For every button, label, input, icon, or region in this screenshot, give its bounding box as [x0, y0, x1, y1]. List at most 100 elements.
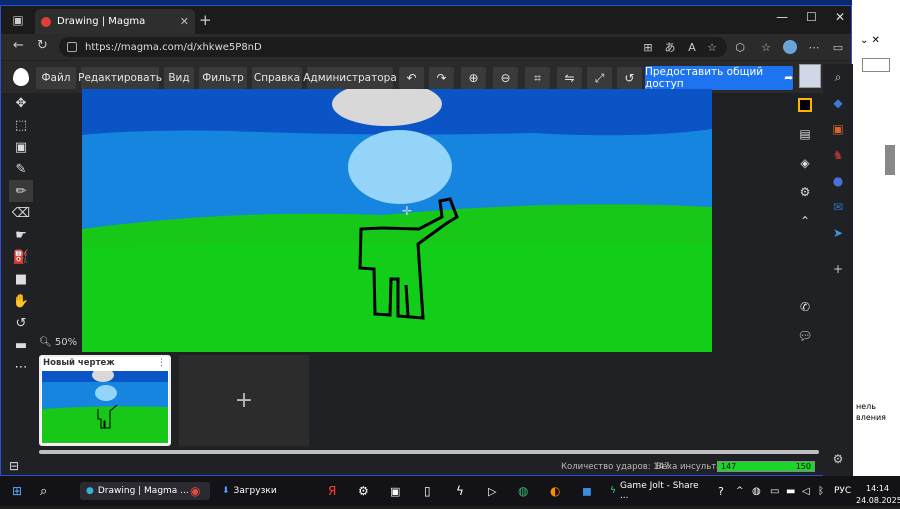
shape-tool-icon[interactable]: ■: [9, 268, 33, 290]
drawings-strip: Новый чертеж ⋮ +: [1, 352, 851, 452]
drawing-thumbnail[interactable]: Новый чертеж ⋮: [39, 355, 171, 446]
taskbar-settings-icon[interactable]: ⚙: [358, 482, 369, 500]
favorites-icon[interactable]: ☆: [759, 40, 773, 54]
magma-logo[interactable]: [13, 68, 29, 86]
site-info-icon[interactable]: [67, 42, 77, 52]
language-indicator[interactable]: РУС: [834, 482, 851, 500]
app-icon[interactable]: ◼: [582, 482, 592, 500]
tray-app-icon[interactable]: ◍: [752, 482, 761, 500]
close-window-button[interactable]: ✕: [835, 10, 845, 24]
edge-shopping-icon[interactable]: ◆: [823, 90, 853, 116]
fullscreen-icon[interactable]: ⤢: [587, 67, 612, 89]
tab-close-icon[interactable]: ✕: [180, 15, 189, 28]
firefox-icon[interactable]: ◐: [550, 482, 560, 500]
thumbnail-menu-icon[interactable]: ⋮: [157, 358, 166, 368]
maximize-button[interactable]: ☐: [806, 10, 817, 24]
menu-file[interactable]: Файл: [36, 67, 76, 89]
bluetooth-icon[interactable]: ᛒ: [818, 482, 824, 500]
minimize-button[interactable]: —: [776, 10, 788, 24]
favorite-star-icon[interactable]: ☆: [705, 40, 719, 54]
taskbar-downloads-item[interactable]: ⬇ Загрузки: [222, 482, 277, 500]
thumbnail-scrollbar[interactable]: [39, 450, 819, 454]
settings-icon[interactable]: ⚙: [793, 179, 817, 205]
layers-icon[interactable]: ◈: [793, 150, 817, 176]
notes-icon[interactable]: ▤: [793, 121, 817, 147]
translate-icon[interactable]: あ: [663, 40, 677, 54]
network-icon[interactable]: ▭: [770, 482, 779, 500]
zoom-indicator[interactable]: 🔍︎ 50%: [39, 337, 77, 348]
clock-date[interactable]: 24.08.2025: [856, 491, 900, 509]
sidebar-toggle-icon[interactable]: ▭: [831, 40, 845, 54]
menu-help[interactable]: Справка: [252, 67, 302, 89]
eyedropper-tool-icon[interactable]: ✎: [9, 158, 33, 180]
url-field[interactable]: https://magma.com/d/xhkwe5P8nD: [59, 37, 727, 57]
selection-tool-icon[interactable]: ⬚: [9, 114, 33, 136]
edge-outlook-icon[interactable]: ✉: [823, 194, 853, 220]
drawing-canvas[interactable]: ✛: [82, 89, 712, 352]
chrome-icon[interactable]: ◉: [190, 482, 200, 500]
menu-view[interactable]: Вид: [164, 67, 194, 89]
zoom-out-icon[interactable]: ⊖: [493, 67, 518, 89]
back-icon[interactable]: ←: [13, 38, 24, 53]
collapse-up-icon[interactable]: ⌃: [793, 208, 817, 234]
battery-icon[interactable]: ▬: [786, 482, 795, 500]
chat-icon[interactable]: 💬︎: [793, 323, 817, 349]
rotate-icon[interactable]: ↺: [617, 67, 642, 89]
tab-actions-icon[interactable]: ▣: [7, 9, 29, 31]
tray-chevron-icon[interactable]: ^: [736, 482, 744, 500]
edge-send-icon[interactable]: ➤: [823, 220, 853, 246]
profile-avatar[interactable]: [783, 40, 797, 54]
extensions-icon[interactable]: ⬡: [733, 40, 747, 54]
search-icon[interactable]: ⌕: [40, 482, 47, 500]
roblox-icon[interactable]: ▣: [390, 482, 400, 500]
transform-tool-icon[interactable]: ▣: [9, 136, 33, 158]
call-icon[interactable]: ✆: [793, 294, 817, 320]
hand-tool-icon[interactable]: ✋: [9, 290, 33, 312]
scrollbar-thumb[interactable]: [885, 145, 895, 175]
refresh-icon[interactable]: ↻: [37, 38, 48, 53]
read-aloud-icon[interactable]: A: [685, 40, 699, 54]
start-icon[interactable]: ⊞: [12, 482, 22, 500]
user-avatar[interactable]: [799, 64, 821, 88]
chevron-down-icon[interactable]: ⌄ ✕: [860, 35, 880, 46]
globe-icon[interactable]: ◍: [518, 482, 528, 500]
color-swatch-icon[interactable]: [793, 92, 817, 118]
move-tool-icon[interactable]: ✥: [9, 92, 33, 114]
crop-icon[interactable]: ⌗: [525, 67, 550, 89]
edge-copilot-icon[interactable]: ●: [823, 168, 853, 194]
search-box[interactable]: [862, 58, 890, 72]
volume-icon[interactable]: ◁: [802, 482, 810, 500]
app-available-icon[interactable]: ⊞: [641, 40, 655, 54]
bg-text-2: вления: [856, 413, 886, 422]
edge-search-icon[interactable]: ⌕: [823, 64, 853, 90]
edge-add-icon[interactable]: +: [823, 256, 853, 282]
mirror-icon[interactable]: ⇋: [557, 67, 582, 89]
bolt-icon[interactable]: ϟ: [456, 482, 464, 500]
figure-head: [348, 130, 452, 204]
eraser-tool-icon[interactable]: ⌫: [9, 202, 33, 224]
edge-settings-icon[interactable]: ⚙: [823, 446, 853, 472]
undo-icon[interactable]: ↶: [399, 67, 424, 89]
add-drawing-button[interactable]: +: [179, 355, 309, 446]
rotate-view-icon[interactable]: ↺: [9, 312, 33, 334]
brush-tool-icon[interactable]: ✏: [9, 180, 33, 202]
file-icon[interactable]: ▯: [424, 482, 431, 500]
yandex-icon[interactable]: Я: [328, 482, 336, 500]
help-icon[interactable]: ?: [718, 482, 724, 500]
menu-admin[interactable]: Администратора: [303, 67, 397, 89]
filmstrip-icon[interactable]: ⊟: [9, 459, 19, 473]
browser-tab[interactable]: Drawing | Magma ✕: [35, 9, 195, 34]
menu-edit[interactable]: Редактировать: [78, 67, 162, 89]
smudge-tool-icon[interactable]: ☛: [9, 224, 33, 246]
play-icon[interactable]: ▷: [488, 482, 496, 500]
share-button[interactable]: Предоставить общий доступ ➦: [645, 66, 793, 90]
paint-bucket-icon[interactable]: ⛽: [9, 246, 33, 268]
edge-tools-icon[interactable]: ▣: [823, 116, 853, 142]
menu-filter[interactable]: Фильтр: [199, 67, 247, 89]
new-tab-button[interactable]: +: [199, 11, 212, 29]
zoom-in-icon[interactable]: ⊕: [461, 67, 486, 89]
redo-icon[interactable]: ↷: [429, 67, 454, 89]
taskbar-gamejolt-item[interactable]: ϟ Game Jolt - Share ...: [610, 481, 708, 501]
edge-games-icon[interactable]: ♞: [823, 142, 853, 168]
more-options-icon[interactable]: ⋯: [807, 40, 821, 54]
